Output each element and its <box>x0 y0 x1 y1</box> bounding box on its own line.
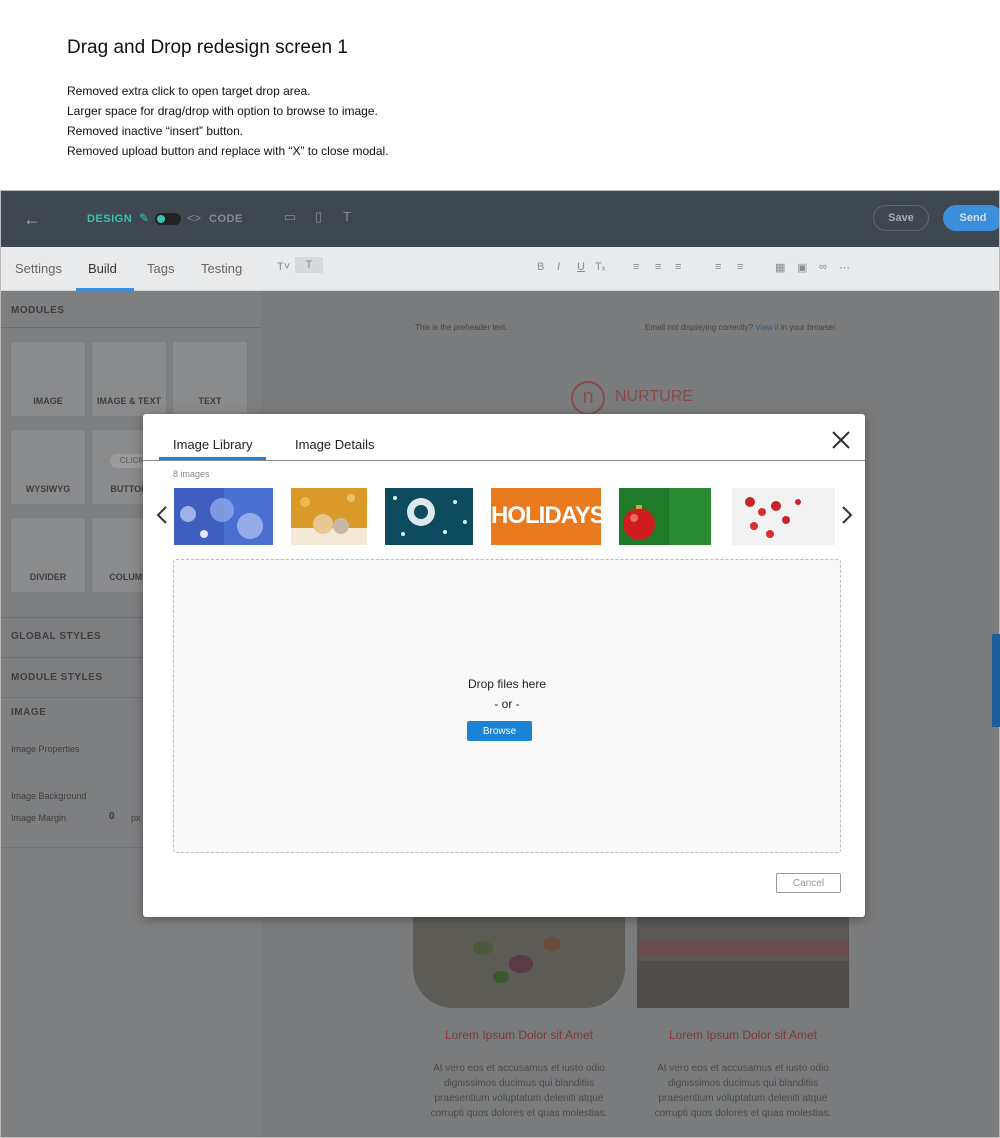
module-tile-label: IMAGE & TEXT <box>96 396 161 406</box>
back-arrow-icon[interactable]: ← <box>23 209 41 230</box>
image-thumbnail[interactable] <box>385 488 473 545</box>
image-margin-unit: px <box>131 813 141 823</box>
note-line: Larger space for drag/drop with option t… <box>67 104 378 118</box>
image-margin-label: Image Margin <box>11 813 67 823</box>
module-tile-text[interactable]: TEXT <box>172 341 248 417</box>
view-in-browser-link[interactable]: View it <box>755 323 778 332</box>
drop-files-text: Drop files here <box>467 677 547 691</box>
cancel-button[interactable]: Cancel <box>776 873 841 893</box>
brand-logo-icon: n <box>571 381 605 415</box>
chevron-right-icon[interactable] <box>840 504 854 526</box>
image-background-label: Image Background <box>11 791 87 801</box>
cafe-image[interactable] <box>637 911 849 1008</box>
link-icon[interactable]: ∞ <box>819 261 827 273</box>
numbered-list-icon[interactable]: ≡ <box>737 261 743 273</box>
divider <box>1 327 261 328</box>
food-image[interactable] <box>413 911 625 1008</box>
module-tile-divider[interactable]: DIVIDER <box>10 517 86 593</box>
notes-title: Drag and Drop redesign screen 1 <box>67 37 348 58</box>
module-tile-label: DIVIDER <box>29 572 67 582</box>
view-in-browser-text: Email not displaying correctly? View it … <box>645 323 837 332</box>
note-line: Removed inactive “insert” button. <box>67 124 244 138</box>
text-color-icon[interactable]: T <box>295 257 323 273</box>
module-tile-label: WYSIWYG <box>25 484 71 494</box>
or-separator: - or - <box>494 697 520 711</box>
align-left-icon[interactable]: ≡ <box>633 261 639 273</box>
view-text-start: Email not displaying correctly? <box>645 323 754 332</box>
module-styles-header[interactable]: MODULE STYLES <box>11 672 103 683</box>
design-mode-label[interactable]: DESIGN <box>87 213 132 225</box>
bullet-list-icon[interactable]: ≡ <box>715 261 721 273</box>
module-tile-image[interactable]: IMAGE <box>10 341 86 417</box>
browse-button[interactable]: Browse <box>467 721 532 741</box>
send-button[interactable]: Send <box>943 205 999 231</box>
image-modal: Image Library Image Details 8 images HOL… <box>143 414 865 917</box>
code-mode-label[interactable]: CODE <box>209 213 243 225</box>
save-button[interactable]: Save <box>873 205 929 231</box>
view-text-end: in your browser. <box>780 323 838 332</box>
clear-format-icon[interactable]: Tₓ <box>595 261 605 273</box>
mode-toggle[interactable] <box>155 213 181 225</box>
italic-icon[interactable]: I <box>557 261 560 273</box>
image-properties-label: Image Properties <box>11 744 80 754</box>
preheader-text: This is the preheader text. <box>415 323 508 332</box>
close-icon[interactable] <box>829 428 853 452</box>
image-count: 8 images <box>173 469 210 479</box>
bold-icon[interactable]: B <box>537 261 544 273</box>
tab-build[interactable]: Build <box>88 261 117 276</box>
card-body: At vero eos et accusamus et iusto odio d… <box>430 1063 608 1119</box>
note-line: Removed extra click to open target drop … <box>67 84 311 98</box>
code-icon: <> <box>187 211 202 225</box>
align-center-icon[interactable]: ≡ <box>655 261 661 273</box>
module-tile-wysiwyg[interactable]: WYSIWYG <box>10 429 86 505</box>
card-title: Lorem Ipsum Dolor sit Amet <box>444 1028 594 1042</box>
editor-topbar: ← DESIGN ✎ <> CODE ▭ ▯ T Save Send <box>1 191 999 247</box>
mobile-icon[interactable]: ▯ <box>315 209 329 225</box>
align-right-icon[interactable]: ≡ <box>675 261 681 273</box>
side-feedback-tab[interactable] <box>992 634 1000 727</box>
tab-testing[interactable]: Testing <box>201 261 242 276</box>
image-thumbnail[interactable]: HOLIDAYS <box>491 488 601 545</box>
file-drop-zone[interactable]: Drop files here - or - Browse <box>173 559 841 853</box>
tab-settings[interactable]: Settings <box>15 261 62 276</box>
module-tile-label: IMAGE <box>33 396 63 406</box>
table-icon[interactable]: ▦ <box>775 261 785 274</box>
underline-icon[interactable]: U <box>577 261 585 273</box>
note-line: Removed upload button and replace with “… <box>67 144 389 158</box>
image-thumbnail[interactable] <box>732 488 835 545</box>
image-styles-header: IMAGE <box>11 707 47 718</box>
module-tile-label: TEXT <box>198 396 222 406</box>
tab-image-details[interactable]: Image Details <box>295 437 374 452</box>
brand-name: NURTURE <box>615 388 693 405</box>
image-thumbnail[interactable] <box>291 488 367 545</box>
divider <box>143 460 865 461</box>
tab-image-library[interactable]: Image Library <box>173 437 252 452</box>
holidays-thumbnail-text: HOLIDAYS <box>491 502 601 529</box>
modules-section-header[interactable]: MODULES <box>11 305 65 316</box>
card-title: Lorem Ipsum Dolor sit Amet <box>668 1028 818 1042</box>
chevron-left-icon[interactable] <box>155 504 169 526</box>
card-body: At vero eos et accusamus et iusto odio d… <box>654 1063 832 1119</box>
tab-tags[interactable]: Tags <box>147 261 174 276</box>
global-styles-header[interactable]: GLOBAL STYLES <box>11 631 101 642</box>
pencil-icon: ✎ <box>139 211 150 225</box>
font-size-icon[interactable]: T˅ <box>277 261 290 273</box>
editor-tabs: Settings Build Tags Testing T˅ T B I U T… <box>1 247 999 291</box>
image-thumbnail[interactable] <box>619 488 711 545</box>
image-insert-icon[interactable]: ▣ <box>797 261 807 274</box>
image-margin-input[interactable]: 0 <box>109 811 115 822</box>
module-tile-image-text[interactable]: IMAGE & TEXT <box>91 341 167 417</box>
image-thumbnail[interactable] <box>174 488 273 545</box>
desktop-icon[interactable]: ▭ <box>284 209 298 225</box>
more-icon[interactable]: ⋯ <box>839 261 850 274</box>
text-preview-icon[interactable]: T <box>343 209 357 225</box>
